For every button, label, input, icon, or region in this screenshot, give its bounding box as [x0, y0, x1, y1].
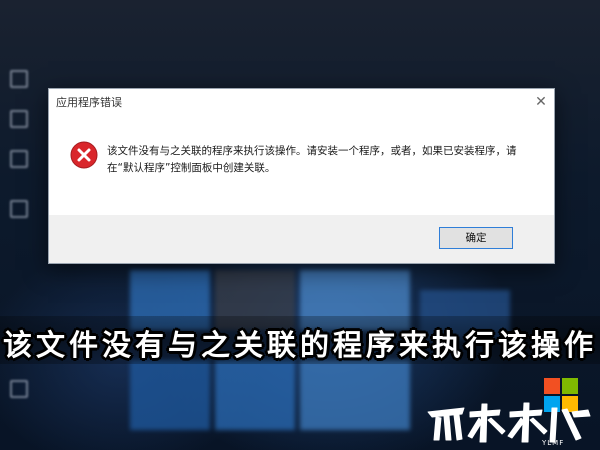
- logo-square-green: [562, 378, 578, 394]
- close-icon: ✕: [535, 94, 547, 110]
- dialog-footer: 确定: [49, 215, 554, 263]
- close-button[interactable]: ✕: [530, 91, 552, 113]
- ylmf-watermark-logo: YLMF: [427, 402, 591, 446]
- start-menu-icon: [10, 110, 28, 128]
- dialog-title: 应用程序错误: [56, 96, 122, 109]
- logo-square-red: [544, 378, 560, 394]
- caption-text: 该文件没有与之关联的程序来执行该操作: [2, 328, 597, 362]
- start-tile: [215, 360, 295, 430]
- start-menu-icon: [10, 200, 28, 218]
- start-tile: [130, 360, 210, 430]
- ok-button[interactable]: 确定: [439, 227, 513, 249]
- svg-text:YLMF: YLMF: [541, 439, 564, 446]
- start-menu-icon: [10, 70, 28, 88]
- dialog-titlebar[interactable]: 应用程序错误 ✕: [49, 89, 554, 117]
- start-tile: [300, 360, 410, 430]
- error-dialog: 应用程序错误 ✕ 该文件没有与之关联的程序来执行该操作。请安装一个程序，或者，如…: [48, 88, 555, 264]
- start-menu-icon: [10, 380, 28, 398]
- error-message: 该文件没有与之关联的程序来执行该操作。请安装一个程序，或者，如果已安装程序，请在…: [107, 145, 517, 174]
- error-icon: [70, 141, 98, 169]
- start-menu-icon: [10, 150, 28, 168]
